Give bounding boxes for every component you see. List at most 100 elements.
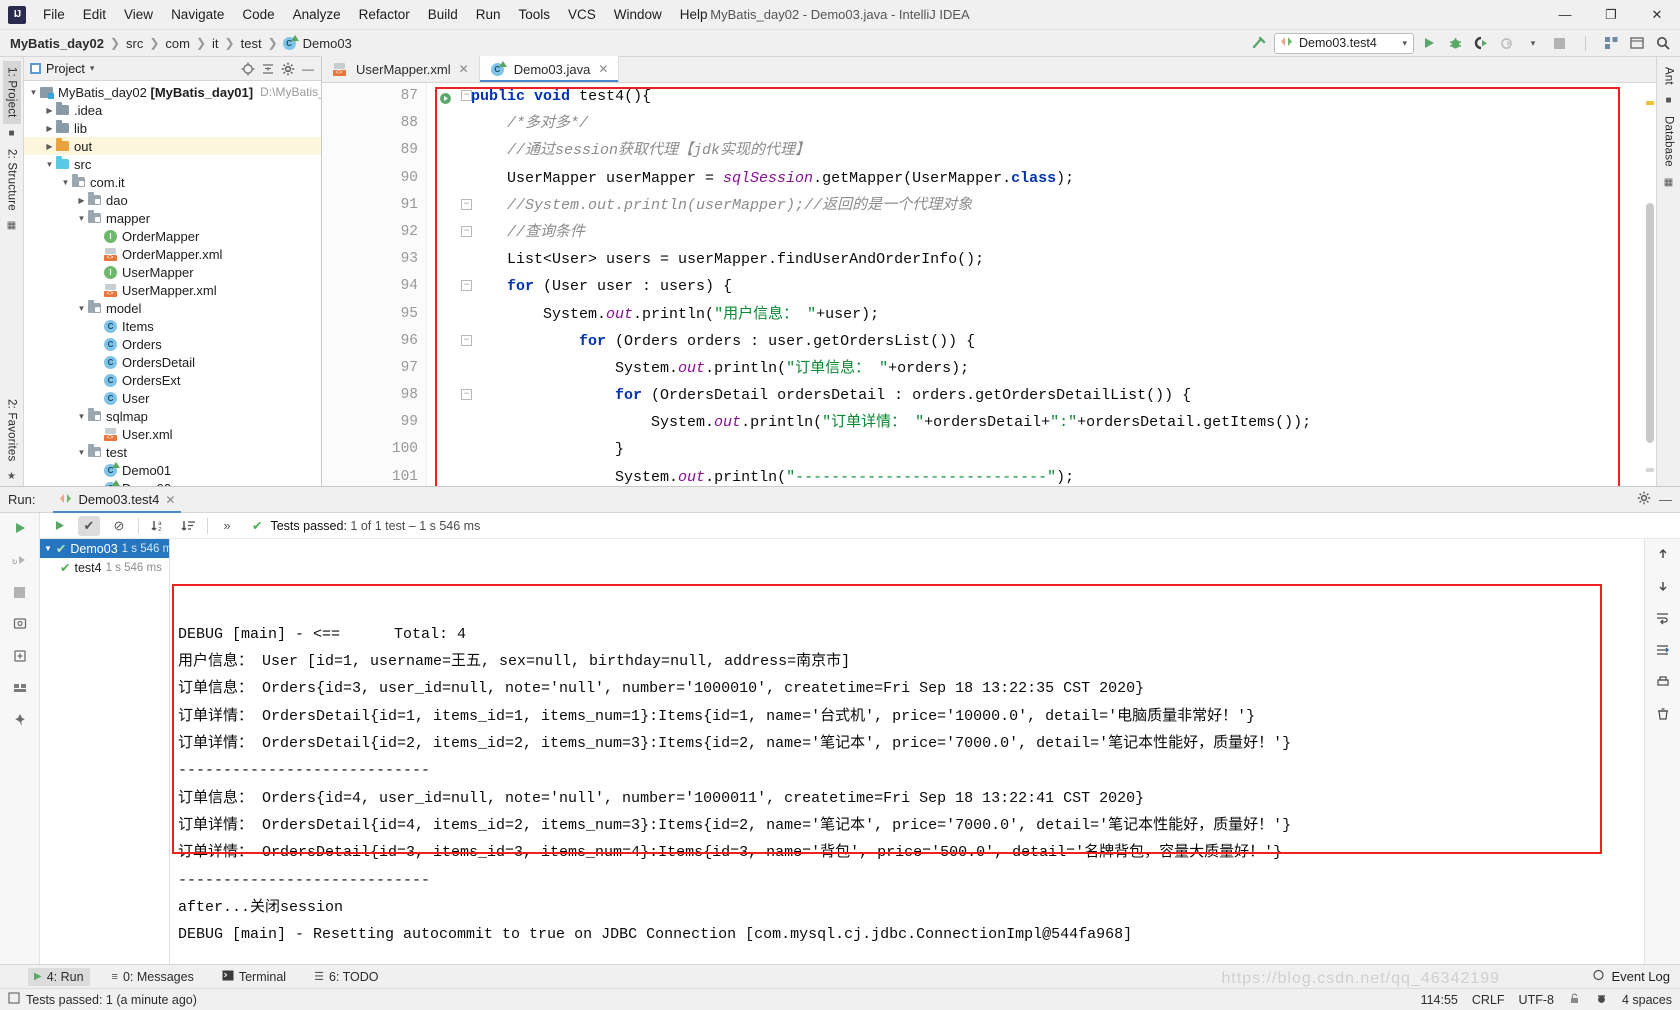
- pin-icon[interactable]: [8, 709, 32, 731]
- show-passed-toggle[interactable]: ✔: [78, 515, 100, 536]
- rerun-tests-icon[interactable]: [48, 516, 70, 536]
- maximize-button[interactable]: ❐: [1588, 0, 1634, 30]
- profile-dropdown-icon[interactable]: ▾: [1522, 32, 1544, 54]
- menu-code[interactable]: Code: [233, 3, 283, 26]
- menu-vcs[interactable]: VCS: [559, 3, 605, 26]
- run-button[interactable]: [1418, 32, 1440, 54]
- tool-window-terminal[interactable]: Terminal: [216, 968, 292, 986]
- chevron-down-icon[interactable]: ▾: [1402, 38, 1407, 49]
- rerun-failed-icon[interactable]: ↻: [8, 549, 32, 571]
- tree-node-user[interactable]: C User: [24, 389, 321, 407]
- stop-icon[interactable]: [8, 581, 32, 603]
- gear-icon[interactable]: [279, 60, 297, 78]
- breadcrumb-project[interactable]: MyBatis_day02: [8, 36, 106, 51]
- run-tab-demo03-test4[interactable]: Demo03.test4 ✕: [53, 487, 182, 513]
- menu-tools[interactable]: Tools: [510, 3, 560, 26]
- chevron-down-icon[interactable]: ▾: [90, 63, 95, 74]
- inspection-icon[interactable]: [1595, 992, 1608, 1008]
- caret-position[interactable]: 114:55: [1421, 993, 1458, 1007]
- project-tree[interactable]: ▼ MyBatis_day02 [MyBatis_day01] D:\MyBatis…: [24, 81, 321, 486]
- chevron-right-icon[interactable]: ▶: [76, 196, 87, 205]
- menu-help[interactable]: Help: [671, 3, 717, 26]
- sidebar-item-ant[interactable]: Ant: [1660, 61, 1678, 91]
- debug-button[interactable]: [1444, 32, 1466, 54]
- chevron-down-icon[interactable]: ▼: [76, 448, 87, 457]
- gear-icon[interactable]: [1637, 491, 1651, 508]
- soft-wrap-icon[interactable]: [1651, 607, 1675, 629]
- tab-usermapper-xml[interactable]: <> UserMapper.xml ✕: [322, 56, 480, 82]
- layout-icon[interactable]: [8, 677, 32, 699]
- chevron-right-icon[interactable]: ▶: [44, 142, 55, 151]
- close-button[interactable]: ✕: [1634, 0, 1680, 30]
- tree-node-orders[interactable]: C Orders: [24, 335, 321, 353]
- tree-node-model[interactable]: ▼ model: [24, 299, 321, 317]
- tree-node-com.it[interactable]: ▼ com.it: [24, 173, 321, 191]
- tree-node-out[interactable]: ▶ out: [24, 137, 321, 155]
- tree-node-items[interactable]: C Items: [24, 317, 321, 335]
- close-icon[interactable]: ✕: [459, 62, 469, 76]
- breadcrumb-com[interactable]: com: [163, 36, 192, 51]
- code-editor[interactable]: 87−88899091−92−9394−9596−9798−9910010110…: [322, 83, 1656, 486]
- console-output[interactable]: DEBUG [main] - <== Total: 4 用户信息： User [i…: [170, 539, 1644, 964]
- tool-window-messages[interactable]: ≡ 0: Messages: [106, 968, 200, 986]
- breadcrumb-test[interactable]: test: [239, 36, 264, 51]
- sort-alphabetically-icon[interactable]: az: [147, 516, 169, 536]
- settings-icon[interactable]: [1626, 32, 1648, 54]
- file-encoding[interactable]: UTF-8: [1519, 993, 1554, 1007]
- tree-node-usermapper.xml[interactable]: <> UserMapper.xml: [24, 281, 321, 299]
- hide-panel-icon[interactable]: —: [1659, 492, 1672, 507]
- chevron-right-icon[interactable]: ▶: [44, 124, 55, 133]
- sidebar-item-database[interactable]: Database: [1660, 110, 1678, 173]
- export-icon[interactable]: [8, 645, 32, 667]
- close-icon[interactable]: ✕: [598, 62, 608, 76]
- build-hammer-icon[interactable]: [1248, 32, 1270, 54]
- chevron-down-icon[interactable]: ▼: [76, 304, 87, 313]
- tree-node-ordermapper[interactable]: I OrderMapper: [24, 227, 321, 245]
- hide-panel-icon[interactable]: —: [299, 60, 317, 78]
- event-log-label[interactable]: Event Log: [1611, 969, 1670, 984]
- tree-node-.idea[interactable]: ▶ .idea: [24, 101, 321, 119]
- profile-button[interactable]: [1496, 32, 1518, 54]
- tree-node-demo01[interactable]: C Demo01: [24, 461, 321, 479]
- breadcrumb-src[interactable]: src: [124, 36, 145, 51]
- breadcrumb-it[interactable]: it: [210, 36, 221, 51]
- menu-run[interactable]: Run: [467, 3, 510, 26]
- dump-threads-icon[interactable]: [8, 613, 32, 635]
- tree-node-sqlmap[interactable]: ▼ sqlmap: [24, 407, 321, 425]
- sidebar-item-structure[interactable]: 2: Structure: [3, 143, 21, 217]
- tree-node-test[interactable]: ▼ test: [24, 443, 321, 461]
- menu-edit[interactable]: Edit: [74, 3, 115, 26]
- tree-node-usermapper[interactable]: I UserMapper: [24, 263, 321, 281]
- close-icon[interactable]: ✕: [165, 493, 175, 507]
- chevron-right-icon[interactable]: ▶: [44, 106, 55, 115]
- print-icon[interactable]: [1651, 671, 1675, 693]
- tests-tree[interactable]: ▼ ✔ Demo03 1 s 546 ms ✔ test4 1 s 546 ms: [40, 539, 178, 964]
- menu-build[interactable]: Build: [419, 3, 467, 26]
- tree-node-lib[interactable]: ▶ lib: [24, 119, 321, 137]
- menu-analyze[interactable]: Analyze: [284, 3, 350, 26]
- menu-file[interactable]: File: [34, 3, 74, 26]
- tree-node-ordermapper.xml[interactable]: <> OrderMapper.xml: [24, 245, 321, 263]
- menu-navigate[interactable]: Navigate: [162, 3, 233, 26]
- tree-node-mapper[interactable]: ▼ mapper: [24, 209, 321, 227]
- chevron-down-icon[interactable]: ▼: [60, 178, 71, 187]
- tree-node-user.xml[interactable]: <> User.xml: [24, 425, 321, 443]
- tests-tree-row-demo03[interactable]: ▼ ✔ Demo03 1 s 546 ms: [40, 539, 178, 558]
- sidebar-item-favorites[interactable]: 2: Favorites: [3, 393, 21, 467]
- line-separator[interactable]: CRLF: [1472, 993, 1505, 1007]
- tree-node-ordersext[interactable]: C OrdersExt: [24, 371, 321, 389]
- chevron-down-icon[interactable]: ▼: [44, 160, 55, 169]
- menu-view[interactable]: View: [115, 3, 162, 26]
- trash-icon[interactable]: [1651, 703, 1675, 725]
- tool-window-todo[interactable]: ☰ 6: TODO: [308, 968, 384, 986]
- tree-node-mybatis_day02[interactable]: ▼ MyBatis_day02 [MyBatis_day01] D:\MyBatis…: [24, 83, 321, 101]
- scroll-to-end-icon[interactable]: [1651, 639, 1675, 661]
- indent-setting[interactable]: 4 spaces: [1622, 993, 1672, 1007]
- chevron-down-icon[interactable]: ▼: [44, 544, 52, 553]
- rerun-icon[interactable]: [8, 517, 32, 539]
- stop-button[interactable]: [1548, 32, 1570, 54]
- scrollbar-thumb[interactable]: [1646, 203, 1654, 443]
- target-icon[interactable]: [239, 60, 257, 78]
- sidebar-item-project[interactable]: 1: Project: [2, 61, 21, 124]
- scroll-down-icon[interactable]: [1651, 575, 1675, 597]
